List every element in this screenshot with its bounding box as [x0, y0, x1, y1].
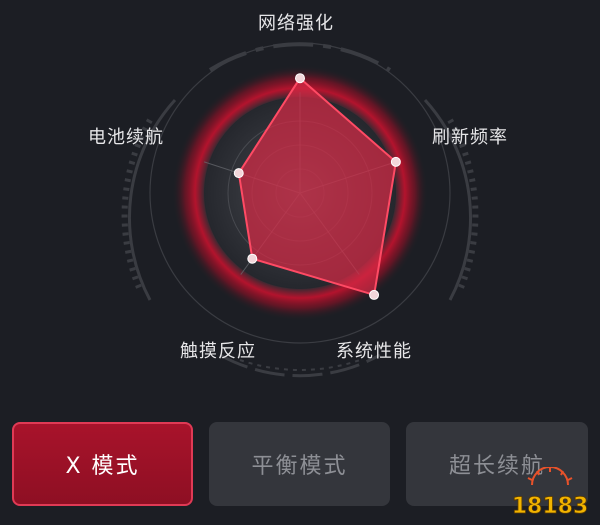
radar-data-point	[233, 168, 244, 179]
sun-rays-icon	[527, 467, 573, 486]
radar-data-point	[390, 156, 401, 167]
axis-label-network: 网络强化	[258, 13, 334, 34]
performance-radar-chart	[121, 42, 479, 378]
radar-data-point	[295, 73, 305, 84]
axis-label-battery-life: 电池续航	[88, 127, 164, 148]
radar-data-point	[369, 289, 380, 300]
site-logo-watermark: 18183	[511, 467, 589, 519]
axis-label-refresh-rate: 刷新频率	[432, 127, 508, 148]
x-mode-button[interactable]: X 模式	[12, 422, 193, 506]
axis-label-system-performance: 系统性能	[336, 341, 412, 362]
axis-label-touch-response: 触摸反应	[180, 341, 256, 362]
balanced-mode-button[interactable]: 平衡模式	[209, 422, 390, 506]
watermark-text: 18183	[512, 494, 589, 519]
radar-data-point	[247, 253, 258, 264]
